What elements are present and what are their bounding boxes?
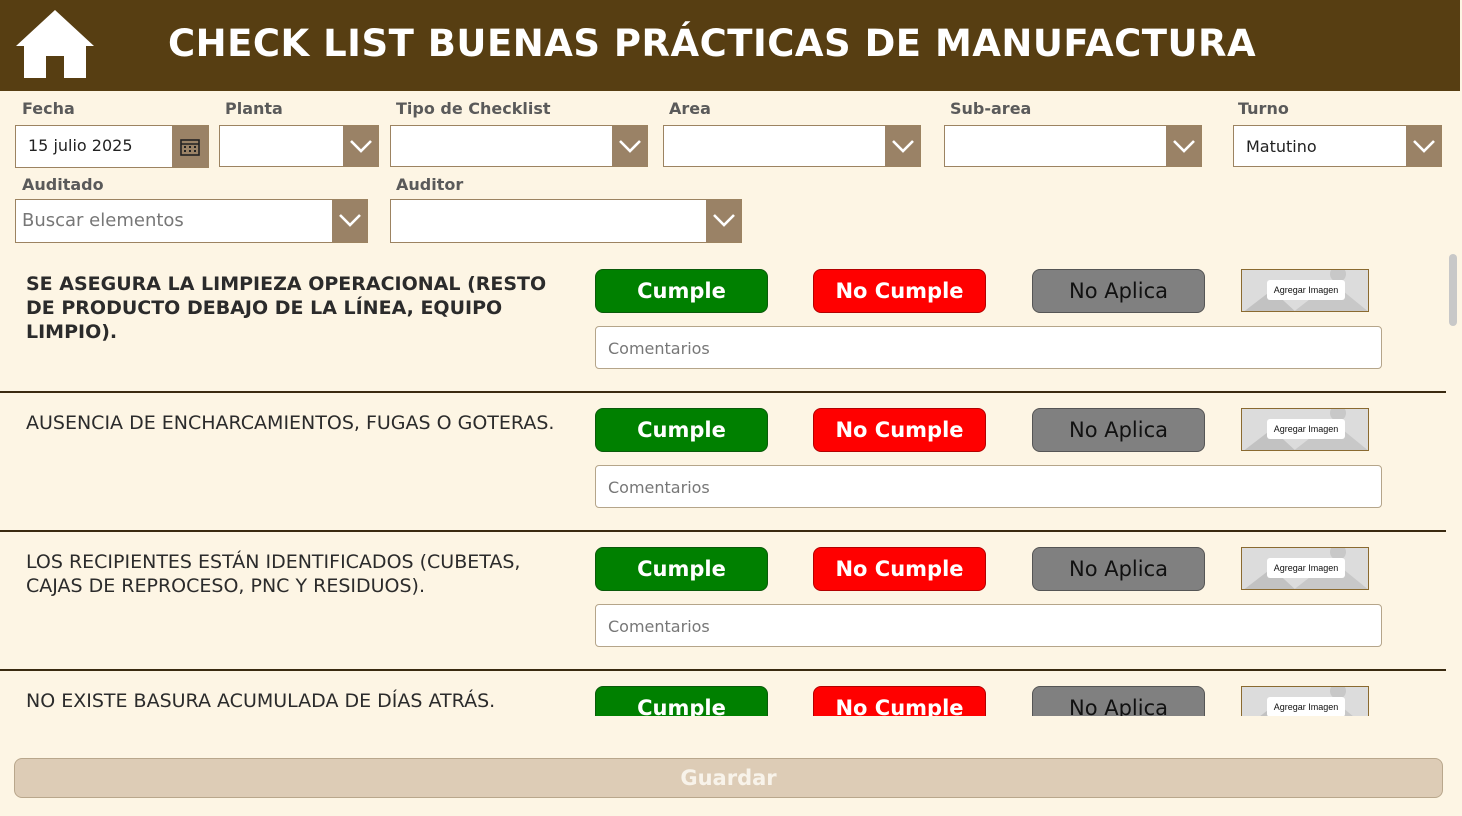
no-aplica-button[interactable]: No Aplica (1032, 686, 1205, 716)
list-item: LOS RECIPIENTES ESTÁN IDENTIFICADOS (CUB… (0, 532, 1446, 671)
cumple-button[interactable]: Cumple (595, 547, 768, 591)
auditado-label: Auditado (22, 175, 104, 194)
add-image-label: Agregar Imagen (1267, 419, 1345, 439)
chevron-down-icon[interactable] (343, 126, 378, 166)
tipo-checklist-dropdown[interactable] (390, 125, 648, 167)
add-image-label: Agregar Imagen (1267, 558, 1345, 578)
comment-input[interactable]: Comentarios (595, 604, 1382, 647)
turno-value: Matutino (1246, 137, 1317, 156)
no-cumple-button[interactable]: No Cumple (813, 547, 986, 591)
comment-placeholder: Comentarios (608, 478, 710, 497)
header-bar: CHECK LIST BUENAS PRÁCTICAS DE MANUFACTU… (0, 0, 1460, 91)
cumple-button[interactable]: Cumple (595, 269, 768, 313)
comment-placeholder: Comentarios (608, 617, 710, 636)
chevron-down-icon[interactable] (612, 126, 647, 166)
auditado-search-placeholder[interactable]: Buscar elementos (22, 210, 184, 231)
list-item: AUSENCIA DE ENCHARCAMIENTOS, FUGAS O GOT… (0, 393, 1446, 532)
add-image-label: Agregar Imagen (1267, 697, 1345, 716)
area-label: Area (669, 99, 711, 118)
checklist-gallery[interactable]: SE ASEGURA LA LIMPIEZA OPERACIONAL (REST… (0, 254, 1446, 716)
fecha-value: 15 julio 2025 (28, 136, 133, 155)
chevron-down-icon[interactable] (885, 126, 920, 166)
no-aplica-button[interactable]: No Aplica (1032, 269, 1205, 313)
add-image-button[interactable]: Agregar Imagen (1241, 686, 1369, 716)
list-item: NO EXISTE BASURA ACUMULADA DE DÍAS ATRÁS… (0, 671, 1446, 716)
chevron-down-icon[interactable] (1166, 126, 1201, 166)
tipo-checklist-label: Tipo de Checklist (396, 99, 551, 118)
question-text: SE ASEGURA LA LIMPIEZA OPERACIONAL (REST… (26, 273, 547, 343)
chevron-down-icon[interactable] (706, 200, 741, 242)
planta-dropdown[interactable] (219, 125, 379, 167)
no-cumple-button[interactable]: No Cumple (813, 408, 986, 452)
no-cumple-button[interactable]: No Cumple (813, 269, 986, 313)
save-button[interactable]: Guardar (14, 758, 1443, 798)
fecha-date-picker[interactable]: 15 julio 2025 (15, 125, 209, 168)
planta-label: Planta (225, 99, 283, 118)
auditor-dropdown[interactable] (390, 199, 742, 243)
comment-input[interactable]: Comentarios (595, 465, 1382, 508)
turno-label: Turno (1238, 99, 1289, 118)
home-icon[interactable] (14, 8, 96, 82)
subarea-dropdown[interactable] (944, 125, 1202, 167)
add-image-button[interactable]: Agregar Imagen (1241, 408, 1369, 451)
question-text: NO EXISTE BASURA ACUMULADA DE DÍAS ATRÁS… (26, 690, 496, 712)
comment-placeholder: Comentarios (608, 339, 710, 358)
no-aplica-button[interactable]: No Aplica (1032, 408, 1205, 452)
page-title: CHECK LIST BUENAS PRÁCTICAS DE MANUFACTU… (168, 22, 1257, 65)
no-cumple-button[interactable]: No Cumple (813, 686, 986, 716)
no-aplica-button[interactable]: No Aplica (1032, 547, 1205, 591)
chevron-down-icon[interactable] (332, 200, 367, 242)
scrollbar-thumb[interactable] (1449, 254, 1457, 326)
chevron-down-icon[interactable] (1406, 126, 1441, 166)
question-text: LOS RECIPIENTES ESTÁN IDENTIFICADOS (CUB… (26, 551, 521, 597)
comment-input[interactable]: Comentarios (595, 326, 1382, 369)
fecha-label: Fecha (22, 99, 75, 118)
add-image-label: Agregar Imagen (1267, 280, 1345, 300)
calendar-icon-button[interactable] (172, 126, 208, 167)
cumple-button[interactable]: Cumple (595, 686, 768, 716)
turno-dropdown[interactable]: Matutino (1233, 125, 1442, 167)
add-image-button[interactable]: Agregar Imagen (1241, 547, 1369, 590)
question-text: AUSENCIA DE ENCHARCAMIENTOS, FUGAS O GOT… (26, 412, 555, 434)
subarea-label: Sub-area (950, 99, 1032, 118)
cumple-button[interactable]: Cumple (595, 408, 768, 452)
calendar-icon (180, 139, 200, 156)
auditado-combobox[interactable]: Buscar elementos (15, 199, 368, 243)
add-image-button[interactable]: Agregar Imagen (1241, 269, 1369, 312)
auditor-label: Auditor (396, 175, 464, 194)
list-item: SE ASEGURA LA LIMPIEZA OPERACIONAL (REST… (0, 254, 1446, 393)
area-dropdown[interactable] (663, 125, 921, 167)
